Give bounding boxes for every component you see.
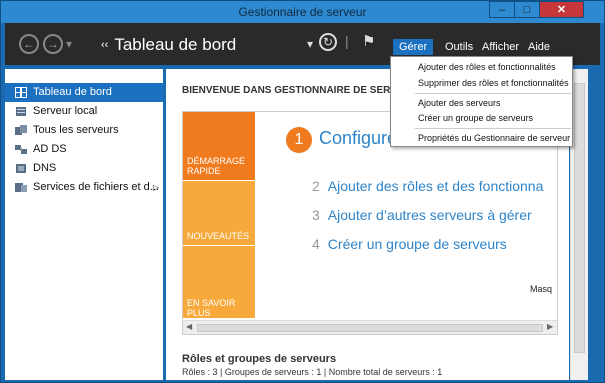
tile-label: NOUVEAUTÉS [187,231,250,241]
sidebar-item-label: Tableau de bord [33,86,112,98]
step-number: 3 [312,207,320,223]
step-link[interactable]: Créer un groupe de serveurs [328,236,507,252]
scrollbar-thumb[interactable] [574,83,585,353]
sidebar-item-dns[interactable]: DNS [5,159,163,178]
menu-item-properties[interactable]: Propriétés du Gestionnaire de serveur [418,133,570,143]
server-icon [16,107,26,116]
history-dropdown-icon[interactable]: ▾ [66,37,72,51]
dns-icon [16,164,26,173]
menu-afficher[interactable]: Afficher [476,39,525,55]
menu-outils[interactable]: Outils [439,39,479,55]
back-arrow-icon[interactable]: ← [19,34,39,54]
sidebar: Tableau de bord Serveur local Tous les s… [5,69,163,380]
title-bar: Gestionnaire de serveur ‒ □ ✕ [1,1,604,23]
step-add-servers[interactable]: 3 Ajouter d’autres serveurs à gérer [312,207,532,223]
welcome-heading: BIENVENUE DANS GESTIONNAIRE DE SERVE [182,85,404,96]
sidebar-item-ad-ds[interactable]: AD DS [5,140,163,159]
sidebar-item-label: Services de fichiers et d... [33,181,159,193]
roles-groups-heading: Rôles et groupes de serveurs [182,353,337,365]
gerer-dropdown-menu: Ajouter des rôles et fonctionnalités Sup… [390,56,573,147]
menu-separator [415,128,571,129]
dashboard-icon [15,87,27,98]
horizontal-scrollbar[interactable]: ◀ ▶ [183,320,557,334]
scroll-left-icon[interactable]: ◀ [186,322,192,331]
sidebar-item-tous-les-serveurs[interactable]: Tous les serveurs [5,121,163,140]
configure-link[interactable]: Configure [319,128,397,149]
ad-ds-icon [15,145,27,154]
step-number-1: 1 [286,127,312,153]
tile-nouveautes[interactable]: NOUVEAUTÉS [183,181,255,245]
sidebar-item-services-fichiers[interactable]: Services de fichiers et d... ▷ [5,178,163,197]
step-link[interactable]: Ajouter des rôles et des fonctionna [328,178,544,194]
header-divider: | [345,33,349,49]
menu-item-create-group[interactable]: Créer un groupe de serveurs [418,113,533,123]
step-add-roles[interactable]: 2 Ajouter des rôles et des fonctionna [312,178,543,194]
sidebar-item-label: DNS [33,162,57,174]
sidebar-item-tableau-de-bord[interactable]: Tableau de bord [5,83,163,102]
hide-link[interactable]: Masq [530,284,552,294]
menu-gerer[interactable]: Gérer [393,39,434,55]
tile-en-savoir-plus[interactable]: EN SAVOIR PLUS [183,246,255,318]
menu-item-add-servers[interactable]: Ajouter des serveurs [418,98,501,108]
sidebar-item-label: Tous les serveurs [33,124,119,136]
scrollbar-thumb[interactable] [197,324,543,332]
sidebar-item-label: Serveur local [33,105,98,117]
file-services-icon [15,183,27,192]
tile-label: EN SAVOIR PLUS [187,298,236,318]
maximize-button[interactable]: □ [514,1,540,18]
menu-aide[interactable]: Aide [522,39,556,55]
step-number: 4 [312,236,320,252]
roles-summary: Rôles : 3 | Groupes de serveurs : 1 | No… [182,367,443,377]
sidebar-item-label: AD DS [33,143,67,155]
tile-label: DÉMARRAGE RAPIDE [187,156,246,176]
breadcrumb: ‹‹ Tableau de bord [101,35,236,55]
breadcrumb-arrows-icon: ‹‹ [101,39,109,51]
sidebar-item-serveur-local[interactable]: Serveur local [5,102,163,121]
forward-arrow-icon[interactable]: → [43,34,63,54]
menu-separator [415,93,571,94]
minimize-button[interactable]: ‒ [489,1,515,18]
server-manager-window: Gestionnaire de serveur ‒ □ ✕ ← → ▾ ‹‹ Ta… [0,0,605,383]
scroll-right-icon[interactable]: ▶ [547,322,553,331]
close-button[interactable]: ✕ [539,1,584,18]
page-title: Tableau de bord [114,35,237,54]
menu-item-add-roles[interactable]: Ajouter des rôles et fonctionnalités [418,62,556,72]
tile-demarrage-rapide[interactable]: DÉMARRAGE RAPIDE [183,112,255,180]
refresh-icon[interactable]: ↻ [319,33,337,51]
step-create-group[interactable]: 4 Créer un groupe de serveurs [312,236,507,252]
notifications-flag-icon[interactable]: ⚑ [362,32,375,50]
step-number: 2 [312,178,320,194]
expand-arrow-icon[interactable]: ▷ [153,178,159,197]
servers-icon [15,125,27,135]
dropdown-chevron-icon[interactable]: ▾ [307,37,313,51]
step-link[interactable]: Ajouter d’autres serveurs à gérer [328,207,532,223]
menu-item-remove-roles[interactable]: Supprimer des rôles et fonctionnalités [418,78,569,88]
